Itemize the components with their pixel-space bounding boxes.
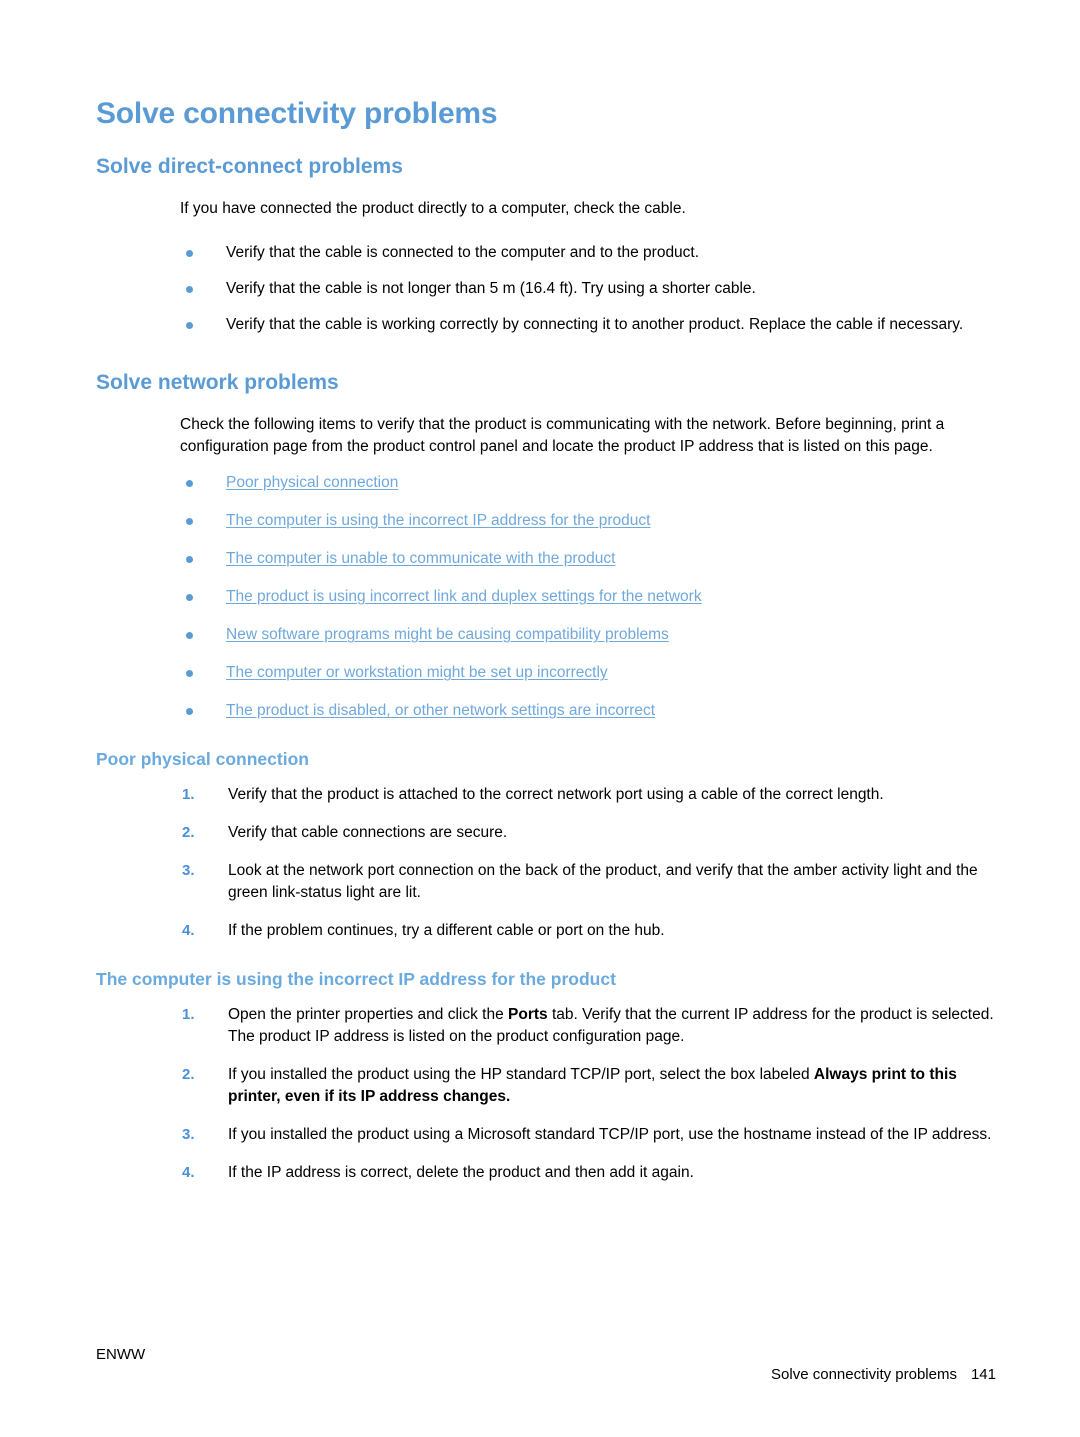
link-poor-physical-connection[interactable]: Poor physical connection (226, 474, 398, 491)
list-item: 3. If you installed the product using a … (96, 1124, 996, 1146)
link-unable-to-communicate[interactable]: The computer is unable to communicate wi… (226, 550, 615, 567)
step-text-pre: If you installed the product using the H… (228, 1066, 814, 1083)
incorrect-ip-steps: 1. Open the printer properties and click… (96, 1004, 996, 1184)
list-item: 1. Open the printer properties and click… (96, 1004, 996, 1048)
list-item: The computer is unable to communicate wi… (96, 548, 996, 570)
step-number: 4. (182, 1164, 195, 1181)
list-item: Poor physical connection (96, 472, 996, 494)
list-item: 4. If the problem continues, try a diffe… (96, 920, 996, 942)
section-heading-network: Solve network problems (96, 371, 339, 394)
step-number: 1. (182, 1006, 195, 1023)
subsection-heading-poor-physical-connection: Poor physical connection (96, 749, 309, 769)
list-item: 1. Verify that the product is attached t… (96, 784, 996, 806)
step-text-pre: Open the printer properties and click th… (228, 1006, 509, 1023)
list-item: The computer or workstation might be set… (96, 662, 996, 684)
list-item: Verify that the cable is not longer than… (96, 278, 996, 300)
page-content: Solve connectivity problems Solve direct… (96, 96, 996, 1200)
document-page: Solve connectivity problems Solve direct… (0, 0, 1080, 1437)
list-item: 3. Look at the network port connection o… (96, 860, 996, 904)
link-workstation-set-up-incorrectly[interactable]: The computer or workstation might be set… (226, 664, 608, 681)
poor-physical-connection-steps: 1. Verify that the product is attached t… (96, 784, 996, 942)
step-text-bold: Ports (508, 1006, 548, 1023)
list-item: Verify that the cable is working correct… (96, 314, 996, 336)
link-product-disabled-settings[interactable]: The product is disabled, or other networ… (226, 702, 655, 719)
link-new-software-compatibility[interactable]: New software programs might be causing c… (226, 626, 669, 643)
footer-page-number: 141 (970, 1366, 996, 1383)
step-number: 3. (182, 1126, 195, 1143)
footer-section-reference: Solve connectivity problems 141 (746, 1345, 996, 1405)
step-number: 4. (182, 922, 195, 939)
list-item: The computer is using the incorrect IP a… (96, 510, 996, 532)
step-text-pre: If you installed the product using a Mic… (228, 1126, 992, 1143)
footer-locale-code: ENWW (96, 1346, 146, 1363)
step-text-pre: If the IP address is correct, delete the… (228, 1164, 694, 1181)
direct-connect-bullet-list: Verify that the cable is connected to th… (96, 242, 996, 336)
step-text: Verify that cable connections are secure… (228, 824, 508, 841)
step-number: 2. (182, 1066, 195, 1083)
list-item: New software programs might be causing c… (96, 624, 996, 646)
footer-section-title: Solve connectivity problems (771, 1366, 957, 1383)
link-incorrect-ip-address[interactable]: The computer is using the incorrect IP a… (226, 512, 650, 529)
list-item: Verify that the cable is connected to th… (96, 242, 996, 264)
network-link-list: Poor physical connection The computer is… (96, 472, 996, 722)
subsection-heading-incorrect-ip: The computer is using the incorrect IP a… (96, 969, 616, 989)
direct-connect-intro: If you have connected the product direct… (180, 200, 686, 217)
network-intro: Check the following items to verify that… (180, 416, 945, 455)
step-text: Verify that the product is attached to t… (228, 786, 884, 803)
step-text: If the problem continues, try a differen… (228, 922, 665, 939)
page-footer: ENWW Solve connectivity problems 141 (96, 1345, 996, 1405)
list-item: 4. If the IP address is correct, delete … (96, 1162, 996, 1184)
list-item: 2. Verify that cable connections are sec… (96, 822, 996, 844)
step-text: Look at the network port connection on t… (228, 862, 978, 901)
section-heading-direct-connect: Solve direct-connect problems (96, 155, 403, 178)
page-title: Solve connectivity problems (96, 97, 498, 130)
step-number: 1. (182, 786, 195, 803)
list-item: 2. If you installed the product using th… (96, 1064, 996, 1108)
list-item: The product is disabled, or other networ… (96, 700, 996, 722)
step-number: 3. (182, 862, 195, 879)
list-item: The product is using incorrect link and … (96, 586, 996, 608)
step-number: 2. (182, 824, 195, 841)
link-incorrect-link-duplex[interactable]: The product is using incorrect link and … (226, 588, 702, 605)
